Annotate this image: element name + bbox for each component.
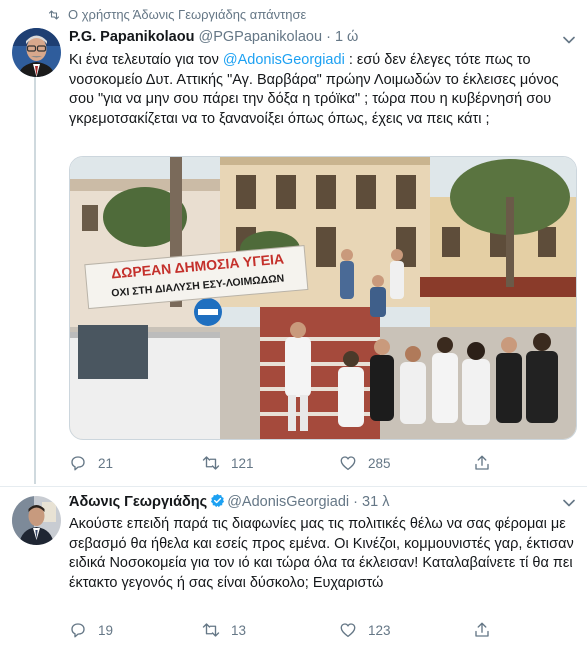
like-icon: [340, 623, 356, 638]
display-name[interactable]: Άδωνις Γεωργιάδης: [69, 494, 207, 510]
avatar[interactable]: [12, 496, 61, 545]
retweet-icon: [48, 10, 60, 20]
share-button[interactable]: [473, 619, 502, 641]
chevron-down-icon[interactable]: [563, 36, 575, 44]
tweet-header: P.G. Papanikolaou @PGPapanikolaou · 1 ώ: [69, 29, 358, 49]
verified-badge-icon: [211, 493, 225, 508]
share-icon: [475, 622, 489, 637]
reply-count: 21: [98, 455, 114, 471]
avatar-image: [12, 28, 61, 77]
like-count: 123: [368, 622, 391, 638]
user-handle[interactable]: @PGPapanikolaou: [198, 29, 322, 45]
retweet-count: 121: [231, 455, 254, 471]
like-count: 285: [368, 455, 391, 471]
share-icon: [475, 455, 489, 470]
timestamp[interactable]: 1 ώ: [335, 29, 358, 45]
chevron-down-icon[interactable]: [563, 499, 575, 507]
separator: ·: [326, 29, 331, 45]
tweet[interactable]: Άδωνις Γεωργιάδης @AdonisGeorgiadi · 31 λ…: [0, 486, 587, 646]
protest-photo: ΔΩΡΕΑΝ ΔΗΜΟΣΙΑ ΥΓΕΙΑ ΟΧΙ ΣΤΗ ΔΙΑΛΥΣΗ ΕΣΥ…: [70, 157, 576, 439]
retweet-button[interactable]: 121: [202, 452, 254, 474]
retweet-icon: [202, 623, 220, 637]
retweet-button[interactable]: 13: [202, 619, 246, 641]
timestamp[interactable]: 31 λ: [362, 494, 389, 510]
reply-button[interactable]: 19: [69, 619, 113, 641]
tweet-text: Κι ένα τελευταίο για τον @AdonisGeorgiad…: [69, 51, 577, 129]
reply-icon: [71, 623, 85, 638]
avatar[interactable]: [12, 28, 61, 77]
tweet-actions: 19 13 123: [69, 619, 539, 641]
tweet-text-part: Κι ένα τελευταίο για τον: [69, 52, 223, 68]
display-name[interactable]: P.G. Papanikolaou: [69, 29, 194, 45]
share-button[interactable]: [473, 452, 502, 474]
reply-icon: [71, 456, 85, 471]
tweet[interactable]: P.G. Papanikolaou @PGPapanikolaou · 1 ώ …: [0, 26, 587, 481]
avatar-image: [12, 496, 61, 545]
mention-link[interactable]: @AdonisGeorgiadi: [223, 52, 345, 68]
like-button[interactable]: 123: [339, 619, 391, 641]
tweet-text: Ακούστε επειδή παρά τις διαφωνίες μας τι…: [69, 516, 574, 591]
tweet-header: Άδωνις Γεωργιάδης @AdonisGeorgiadi · 31 λ: [69, 493, 389, 513]
reply-count: 19: [98, 622, 114, 638]
context-text: Ο χρήστης Άδωνις Γεωργιάδης απάντησε: [68, 7, 307, 22]
reply-button[interactable]: 21: [69, 452, 113, 474]
like-button[interactable]: 285: [339, 452, 391, 474]
like-icon: [340, 456, 356, 471]
tweet-actions: 21 121 285: [69, 452, 539, 474]
separator: ·: [353, 494, 359, 510]
retweet-count: 13: [231, 622, 247, 638]
user-handle[interactable]: @AdonisGeorgiadi: [227, 494, 349, 510]
retweet-icon: [202, 456, 220, 470]
tweet-photo[interactable]: ΔΩΡΕΑΝ ΔΗΜΟΣΙΑ ΥΓΕΙΑ ΟΧΙ ΣΤΗ ΔΙΑΛΥΣΗ ΕΣΥ…: [69, 156, 577, 440]
